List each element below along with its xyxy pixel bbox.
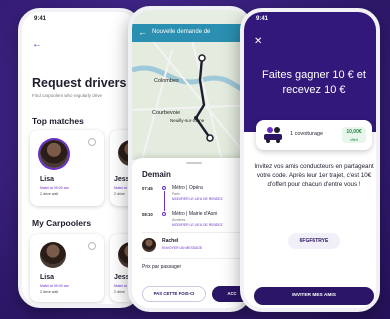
map-header: ← Nouvelle demande de	[132, 24, 248, 42]
select-radio[interactable]	[88, 242, 96, 250]
route-map[interactable]: ← Nouvelle demande de Colombes Courbevoi…	[132, 10, 248, 161]
back-arrow-icon[interactable]: ←	[32, 40, 42, 50]
edit-meeting-link[interactable]: MODIFIER LE LIEU DE RENDEZ	[172, 223, 223, 227]
driver-card[interactable]: Lisa Matel at 09:00 am 2 drive wait	[30, 130, 104, 206]
close-icon[interactable]: ✕	[254, 36, 262, 47]
phone-request-drivers: 9:41 ← Request drivers Find carpoolers w…	[18, 8, 142, 308]
promo-card: 1 covoiturage 10,00€ offert	[256, 120, 372, 150]
invite-friends-button[interactable]: INVITER MES AMIS	[254, 287, 374, 305]
driver-detail: Matel at 09:00 am	[40, 284, 69, 288]
invite-text: Invitez vos amis conducteurs en partagea…	[254, 163, 374, 188]
referral-hero: 9:41 ✕ Faites gagner 10 € et recevez 10 …	[244, 12, 376, 132]
promo-value: 10,00€	[346, 129, 362, 135]
driver-detail-2: 2 drive	[114, 290, 125, 294]
phone-referral: 9:41 ✕ Faites gagner 10 € et recevez 10 …	[240, 8, 380, 312]
driver-detail-2: 2 drive wait	[40, 192, 59, 196]
price-label: Prix par passager	[142, 264, 182, 270]
stop-dot	[162, 212, 166, 216]
driver-name: Rachel	[162, 238, 179, 244]
status-time: 9:41	[256, 16, 269, 22]
driver-detail: Matel at	[114, 186, 127, 190]
edit-meeting-link[interactable]: MODIFIER LE LIEU DE RENDEZ	[172, 197, 223, 201]
promo-sub: offert	[350, 138, 358, 142]
driver-detail-2: 2 drive	[114, 192, 125, 196]
avatar	[40, 140, 68, 168]
page-subtitle: Find carpoolers who regularly drive	[32, 93, 103, 98]
trip-sheet: Demain 07:45 Métro | Opéra Paris MODIFIE…	[132, 158, 248, 308]
divider	[142, 232, 246, 233]
send-message-link[interactable]: ENVOYER UN MESSAGE	[162, 246, 202, 250]
driver-name: Lisa	[40, 274, 55, 281]
map-label: Neuilly-sur-Seine	[170, 118, 205, 123]
stop-dot	[162, 186, 166, 190]
map-header-title: Nouvelle demande de	[152, 29, 211, 35]
back-arrow-icon[interactable]: ←	[138, 27, 147, 37]
status-time: 9:41	[34, 16, 47, 22]
referral-code[interactable]: 6FGF6TRYE	[288, 233, 340, 249]
decline-button[interactable]: PAS CETTE FOIS-CI	[142, 286, 206, 302]
map-label: Courbevoie	[152, 110, 181, 116]
section-my-carpoolers: My Carpoolers	[32, 218, 92, 228]
stop-city: Paris	[172, 192, 180, 196]
divider	[142, 258, 246, 259]
driver-card[interactable]: Lisa Matel at 09:00 am 2 drive wait	[30, 234, 104, 302]
route-line	[163, 191, 165, 211]
promo-text: 1 covoiturage	[290, 131, 324, 137]
driver-detail-2: 2 drive wait	[40, 290, 59, 294]
phone-new-request: ← Nouvelle demande de Colombes Courbevoi…	[128, 6, 252, 312]
stop-name: Métro | Opéra	[172, 185, 203, 191]
map-label: Colombes	[154, 78, 179, 84]
avatar	[40, 242, 66, 268]
driver-detail: Matel at 09:00 am	[40, 186, 69, 190]
referral-headline: Faites gagner 10 € et recevez 10 €	[262, 69, 366, 96]
driver-name: Lisa	[40, 176, 55, 183]
stop-city: Asnières	[172, 218, 186, 222]
promo-badge: 10,00€ offert	[342, 127, 366, 143]
stop-time: 08:10	[142, 212, 153, 217]
avatar	[142, 238, 156, 252]
select-radio[interactable]	[88, 138, 96, 146]
trip-day: Demain	[142, 170, 171, 179]
page-title: Request drivers	[32, 76, 127, 90]
sheet-handle[interactable]	[186, 162, 202, 164]
stop-time: 07:45	[142, 186, 153, 191]
section-top-matches: Top matches	[32, 116, 84, 126]
stop-name: Métro | Mairie d'Asni	[172, 211, 218, 217]
car-icon	[264, 127, 282, 143]
driver-detail: Matel at	[114, 284, 127, 288]
